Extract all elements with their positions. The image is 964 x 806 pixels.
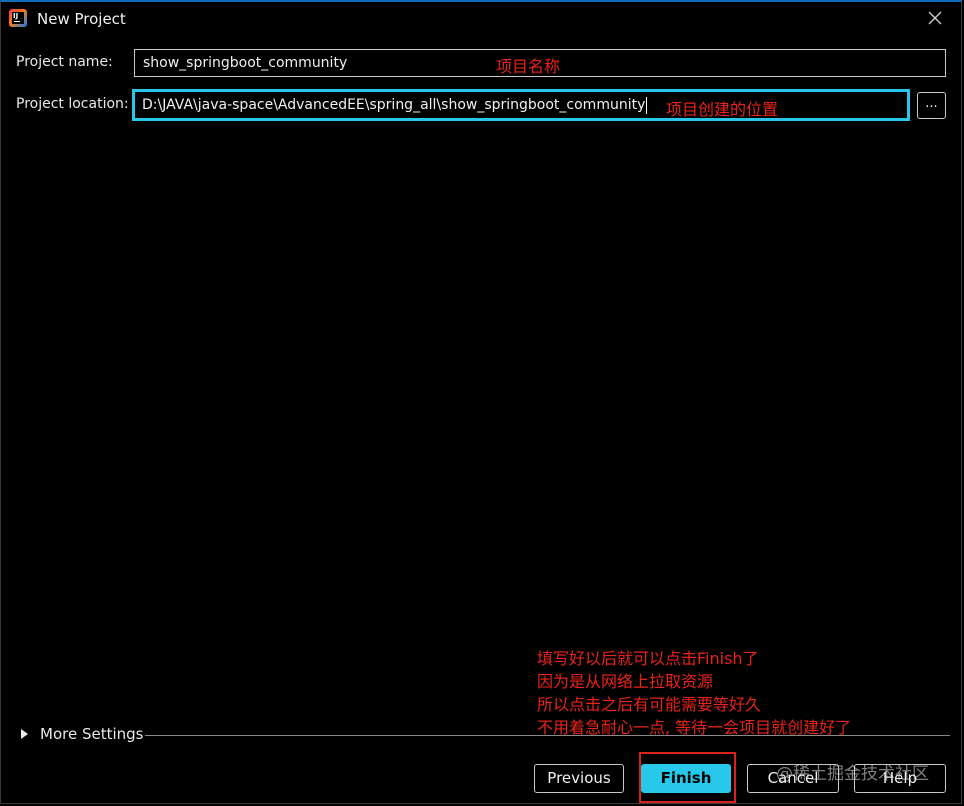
- intellij-idea-icon: IJ: [9, 9, 27, 27]
- annotation-highlight-box: [639, 752, 736, 803]
- browse-location-button[interactable]: ...: [917, 92, 946, 119]
- watermark: @稀土掘金技术社区: [776, 764, 929, 784]
- project-name-label: Project name:: [16, 54, 113, 70]
- annotation-line: 因为是从网络上拉取资源: [537, 672, 714, 691]
- divider: [145, 735, 950, 736]
- project-location-value: D:\JAVA\java-space\AdvancedEE\spring_all…: [142, 97, 646, 113]
- project-location-input[interactable]: D:\JAVA\java-space\AdvancedEE\spring_all…: [132, 89, 910, 121]
- previous-button[interactable]: Previous: [534, 764, 624, 793]
- text-caret: [646, 96, 648, 114]
- more-settings-toggle[interactable]: More Settings: [21, 725, 950, 745]
- annotation-line: 所以点击之后有可能需要等好久: [537, 695, 762, 714]
- title-bar: IJ New Project: [0, 0, 964, 38]
- project-location-label: Project location:: [16, 96, 129, 112]
- project-name-value: show_springboot_community: [143, 55, 348, 71]
- more-settings-label: More Settings: [40, 725, 144, 743]
- annotation-line: 填写好以后就可以点击Finish了: [537, 649, 759, 668]
- dialog-title: New Project: [37, 10, 126, 28]
- close-icon[interactable]: [925, 8, 945, 28]
- annotation-project-name: 项目名称: [496, 57, 561, 76]
- annotation-project-location: 项目创建的位置: [666, 100, 779, 119]
- triangle-right-icon: [21, 729, 28, 739]
